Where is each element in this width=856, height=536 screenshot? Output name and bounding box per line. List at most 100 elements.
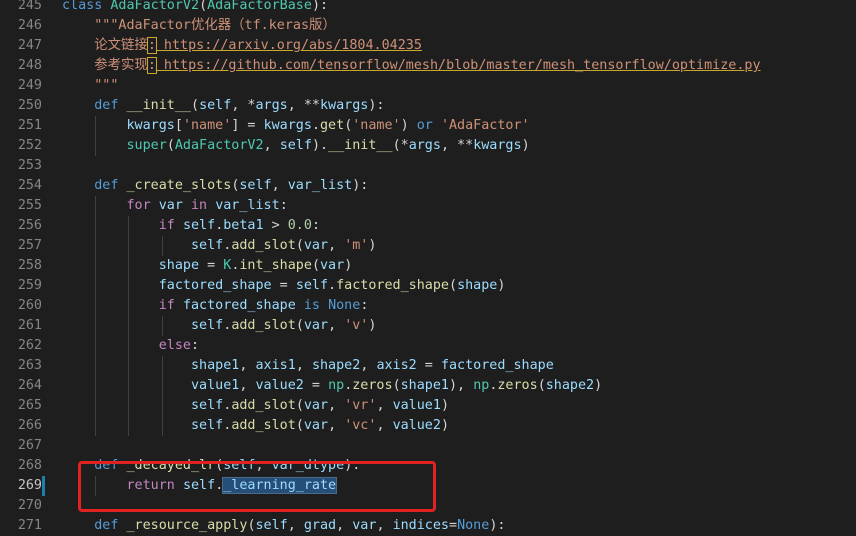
code-token: var_list [215, 198, 280, 213]
line-number: 266 [17, 418, 42, 433]
code-token: var [303, 318, 329, 333]
code-token: 'vr' [344, 398, 377, 413]
code-token: for [126, 198, 151, 213]
code-line[interactable]: 252 super(AdaFactorV2, self).__init__(*a… [0, 136, 856, 156]
url-link[interactable]: https://arxiv.org/abs/1804.04235 [156, 38, 422, 53]
code-token: add_slot [231, 418, 296, 433]
code-line[interactable]: 255 for var in var_list: [0, 196, 856, 216]
code-token: """AdaFactor优化器（tf.keras版） [94, 18, 336, 33]
code-token: ( [311, 258, 320, 273]
code-token: self [191, 318, 224, 333]
code-token: > [263, 218, 288, 233]
code-text: def _create_slots(self, var_list): [62, 176, 368, 196]
code-line[interactable]: 253 [0, 156, 856, 176]
code-token: add_slot [231, 318, 296, 333]
code-token: = [271, 278, 296, 293]
code-token: __init__ [328, 138, 393, 153]
indent-guide [128, 216, 130, 236]
code-text: def __init__(self, *args, **kwargs): [62, 96, 384, 116]
code-token: shape1 [400, 378, 449, 393]
line-number: 252 [17, 138, 42, 153]
code-token: def [94, 98, 119, 113]
code-line[interactable]: 249 """ [0, 76, 856, 96]
code-token: , * [231, 98, 256, 113]
indent-guide [95, 256, 97, 276]
code-token: ) [368, 238, 377, 253]
code-text: factored_shape = self.factored_shape(sha… [62, 276, 505, 296]
code-line[interactable]: 258 shape = K.int_shape(var) [0, 256, 856, 276]
code-line[interactable]: 246 """AdaFactor优化器（tf.keras版） [0, 16, 856, 36]
code-token: zeros [352, 378, 393, 393]
code-token: None [328, 298, 361, 313]
code-line[interactable]: 254 def _create_slots(self, var_list): [0, 176, 856, 196]
indent-guide [95, 276, 97, 296]
code-line[interactable]: 264 value1, value2 = np.zeros(shape1), n… [0, 376, 856, 396]
code-line[interactable]: 260 if factored_shape is None: [0, 296, 856, 316]
line-number: 247 [17, 38, 42, 53]
code-line[interactable]: 256 if self.beta1 > 0.0: [0, 216, 856, 236]
code-line[interactable]: 271 def _resource_apply(self, grad, var,… [0, 516, 856, 536]
code-token: ) [400, 118, 417, 133]
code-line[interactable]: 265 self.add_slot(var, 'vr', value1) [0, 396, 856, 416]
line-number: 265 [17, 398, 42, 413]
gutter-modified-indicator [42, 396, 45, 416]
code-line[interactable]: 257 self.add_slot(var, 'm') [0, 236, 856, 256]
code-token: 'vc' [344, 418, 377, 433]
code-line[interactable]: 267 [0, 436, 856, 456]
code-token: def [94, 518, 119, 533]
line-number: 262 [17, 338, 42, 353]
code-line[interactable]: 262 else: [0, 336, 856, 356]
code-token: ( [537, 378, 546, 393]
line-number: 267 [17, 438, 42, 453]
code-token: if [158, 298, 175, 313]
code-line[interactable]: 259 factored_shape = self.factored_shape… [0, 276, 856, 296]
indent-guide [161, 236, 163, 256]
code-token: self [191, 418, 224, 433]
gutter-modified-indicator [42, 236, 45, 256]
line-number: 251 [17, 118, 42, 133]
line-number: 255 [17, 198, 42, 213]
code-token: 'name' [352, 118, 401, 133]
code-token: beta1 [223, 218, 264, 233]
code-text: shape = K.int_shape(var) [62, 256, 352, 276]
url-link[interactable]: https://github.com/tensorflow/mesh/blob/… [156, 58, 761, 73]
indent-guide [95, 116, 97, 136]
code-token: ( [191, 98, 200, 113]
code-line[interactable]: 261 self.add_slot(var, 'v') [0, 316, 856, 336]
gutter-modified-indicator [42, 476, 45, 496]
code-text: kwargs['name'] = kwargs.get('name') or '… [62, 116, 530, 136]
code-editor[interactable]: 245 class AdaFactorV2(AdaFactorBase): 246 … [0, 0, 856, 536]
code-line[interactable]: 266 self.add_slot(var, 'vc', value2) [0, 416, 856, 436]
code-token: , [376, 418, 393, 433]
code-line[interactable]: 251 kwargs['name'] = kwargs.get('name') … [0, 116, 856, 136]
code-token: [ [174, 118, 183, 133]
code-line[interactable]: 250 def __init__(self, *args, **kwargs): [0, 96, 856, 116]
code-token: _resource_apply [126, 518, 248, 533]
code-token: self [182, 218, 216, 233]
code-line[interactable]: 263 shape1, axis1, shape2, axis2 = facto… [0, 356, 856, 376]
code-token: shape [158, 258, 200, 273]
indent-guide [128, 236, 130, 256]
code-line[interactable]: 248 参考实现: https://github.com/tensorflow/… [0, 56, 856, 76]
code-token: , [328, 318, 345, 333]
code-text: class AdaFactorV2(AdaFactorBase): [62, 0, 328, 16]
code-token: 'name' [182, 118, 232, 133]
code-token: var [158, 198, 183, 213]
code-text: if self.beta1 > 0.0: [62, 216, 320, 236]
code-line[interactable]: 245 class AdaFactorV2(AdaFactorBase): [0, 0, 856, 16]
code-token: ( [295, 398, 304, 413]
code-token: super [126, 138, 167, 153]
code-token: self [295, 278, 329, 293]
code-token: = [199, 258, 224, 273]
line-number: 260 [17, 298, 42, 313]
indent-guide [95, 216, 97, 236]
code-line[interactable]: 247 论文链接: https://arxiv.org/abs/1804.042… [0, 36, 856, 56]
line-number: 256 [17, 218, 42, 233]
gutter-modified-indicator [42, 376, 45, 396]
code-token: ( [247, 518, 256, 533]
